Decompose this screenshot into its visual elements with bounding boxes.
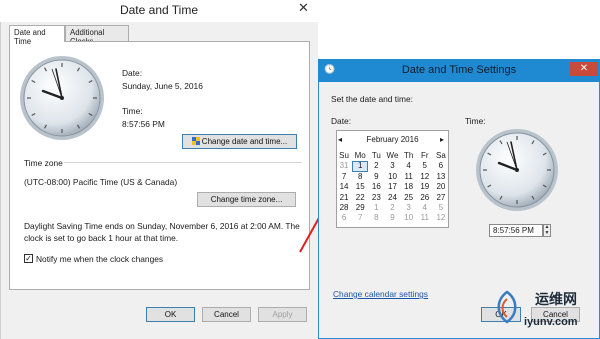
calendar-day[interactable]: 29 — [352, 203, 368, 213]
ok-button[interactable]: OK — [146, 307, 195, 322]
calendar-day[interactable]: 14 — [336, 182, 352, 192]
calendar-day[interactable]: 25 — [401, 193, 417, 203]
time-spinner[interactable]: ▲ ▼ — [543, 224, 551, 237]
calendar-day[interactable]: 10 — [401, 213, 417, 223]
calendar-day[interactable]: 3 — [401, 203, 417, 213]
weekday-label: Sa — [436, 151, 446, 160]
time-zone-heading: Time zone — [24, 158, 63, 168]
change-date-time-button[interactable]: Change date and time... — [182, 134, 297, 149]
notify-checkbox[interactable]: ✓ — [24, 254, 33, 263]
calendar-month-label[interactable]: February 2016 — [336, 135, 449, 144]
spin-down-icon[interactable]: ▼ — [544, 230, 550, 237]
weekday-header: Su Mo Tu We Th Fr Sa — [336, 151, 449, 161]
calendar-day[interactable]: 26 — [417, 193, 433, 203]
calendar-day[interactable]: 2 — [385, 203, 401, 213]
calendar-day[interactable]: 15 — [352, 182, 368, 192]
calendar-week: 7 8 9 10 11 12 13 — [336, 172, 449, 182]
calendar-day[interactable]: 9 — [369, 172, 385, 182]
calendar-day[interactable]: 24 — [385, 193, 401, 203]
calendar-day[interactable]: 18 — [401, 182, 417, 192]
watermark-text: 运维网 — [535, 291, 577, 307]
date-time-window-title: Date and Time — [119, 3, 199, 17]
cancel-button[interactable]: Cancel — [202, 307, 251, 322]
weekday-label: Mo — [354, 151, 366, 160]
calendar-day[interactable]: 17 — [385, 182, 401, 192]
analog-clock — [476, 129, 558, 211]
calendar-day[interactable]: 1 — [369, 203, 385, 213]
watermark-url: iyunv.com — [524, 316, 578, 328]
divider — [64, 162, 302, 163]
calendar-day-selected[interactable]: 1 — [352, 161, 368, 172]
calendar-day[interactable]: 12 — [433, 213, 449, 223]
tab-additional-clocks[interactable]: Additional Clocks — [65, 25, 129, 46]
calendar-week: 6 7 8 9 10 11 12 — [336, 213, 449, 223]
calendar-day[interactable]: 8 — [352, 172, 368, 182]
calendar-week: 14 15 16 17 18 19 20 — [336, 182, 449, 192]
close-icon[interactable]: ✕ — [570, 62, 598, 76]
calendar-day[interactable]: 2 — [369, 161, 385, 171]
calendar-week: 28 29 1 2 3 4 5 — [336, 203, 449, 213]
calendar-grid: Su Mo Tu We Th Fr Sa 31 1 2 3 4 5 6 7 8 … — [336, 151, 449, 224]
calendar-day[interactable]: 3 — [385, 161, 401, 171]
next-month-icon[interactable]: ▸ — [440, 135, 444, 144]
calendar-day[interactable]: 4 — [401, 161, 417, 171]
weekday-label: Su — [339, 151, 349, 160]
calendar-day[interactable]: 16 — [369, 182, 385, 192]
close-icon[interactable]: ✕ — [295, 1, 312, 15]
time-label: Time: — [465, 116, 486, 126]
notify-label: Notify me when the clock changes — [36, 254, 164, 264]
calendar-week: 31 1 2 3 4 5 6 — [336, 161, 449, 172]
calendar-day[interactable]: 20 — [433, 182, 449, 192]
calendar-day[interactable]: 6 — [336, 213, 352, 223]
calendar-day[interactable]: 5 — [417, 161, 433, 171]
dst-notice-line-2: clock is set to go back 1 hour at that t… — [24, 233, 179, 243]
calendar-day[interactable]: 6 — [433, 161, 449, 171]
change-time-zone-button[interactable]: Change time zone... — [197, 192, 296, 207]
calendar-day[interactable]: 11 — [401, 172, 417, 182]
tab-date-and-time[interactable]: Date and Time — [9, 25, 65, 46]
time-zone-value: (UTC-08:00) Pacific Time (US & Canada) — [24, 177, 178, 187]
time-label: Time: — [122, 106, 143, 116]
calendar-day[interactable]: 9 — [385, 213, 401, 223]
time-input[interactable]: 8:57:56 PM — [489, 224, 543, 237]
calendar-day[interactable]: 23 — [369, 193, 385, 203]
calendar-day[interactable]: 12 — [417, 172, 433, 182]
apply-button: Apply — [258, 307, 307, 322]
calendar-day[interactable]: 8 — [369, 213, 385, 223]
date-label: Date: — [331, 116, 352, 126]
calendar-day[interactable]: 13 — [433, 172, 449, 182]
weekday-label: We — [386, 151, 399, 160]
time-value: 8:57:56 PM — [122, 119, 165, 129]
change-date-time-label: Change date and time... — [201, 137, 288, 146]
shield-icon — [191, 136, 200, 145]
calendar-day[interactable]: 31 — [336, 161, 352, 171]
calendar-day[interactable]: 21 — [336, 193, 352, 203]
weekday-label: Fr — [420, 151, 429, 160]
instruction-text: Set the date and time: — [331, 94, 413, 104]
change-calendar-settings-link[interactable]: Change calendar settings — [333, 289, 428, 299]
date-value: Sunday, June 5, 2016 — [122, 81, 203, 91]
calendar-day[interactable]: 28 — [336, 203, 352, 213]
date-label: Date: — [122, 68, 143, 78]
calendar-day[interactable]: 19 — [417, 182, 433, 192]
weekday-label: Tu — [371, 151, 381, 160]
calendar-day[interactable]: 7 — [336, 172, 352, 182]
calendar-day[interactable]: 5 — [433, 203, 449, 213]
calendar-day[interactable]: 11 — [417, 213, 433, 223]
calendar-week: 21 22 23 24 25 26 27 — [336, 193, 449, 203]
calendar-day[interactable]: 10 — [385, 172, 401, 182]
analog-clock — [20, 56, 104, 140]
calendar-day[interactable]: 7 — [352, 213, 368, 223]
calendar-day[interactable]: 4 — [417, 203, 433, 213]
calendar-day[interactable]: 22 — [352, 193, 368, 203]
weekday-label: Th — [403, 151, 414, 160]
settings-window-title: Date and Time Settings — [401, 64, 517, 76]
watermark-logo — [497, 290, 517, 324]
dst-notice-line-1: Daylight Saving Time ends on Sunday, Nov… — [24, 221, 300, 231]
calendar-day[interactable]: 27 — [433, 193, 449, 203]
